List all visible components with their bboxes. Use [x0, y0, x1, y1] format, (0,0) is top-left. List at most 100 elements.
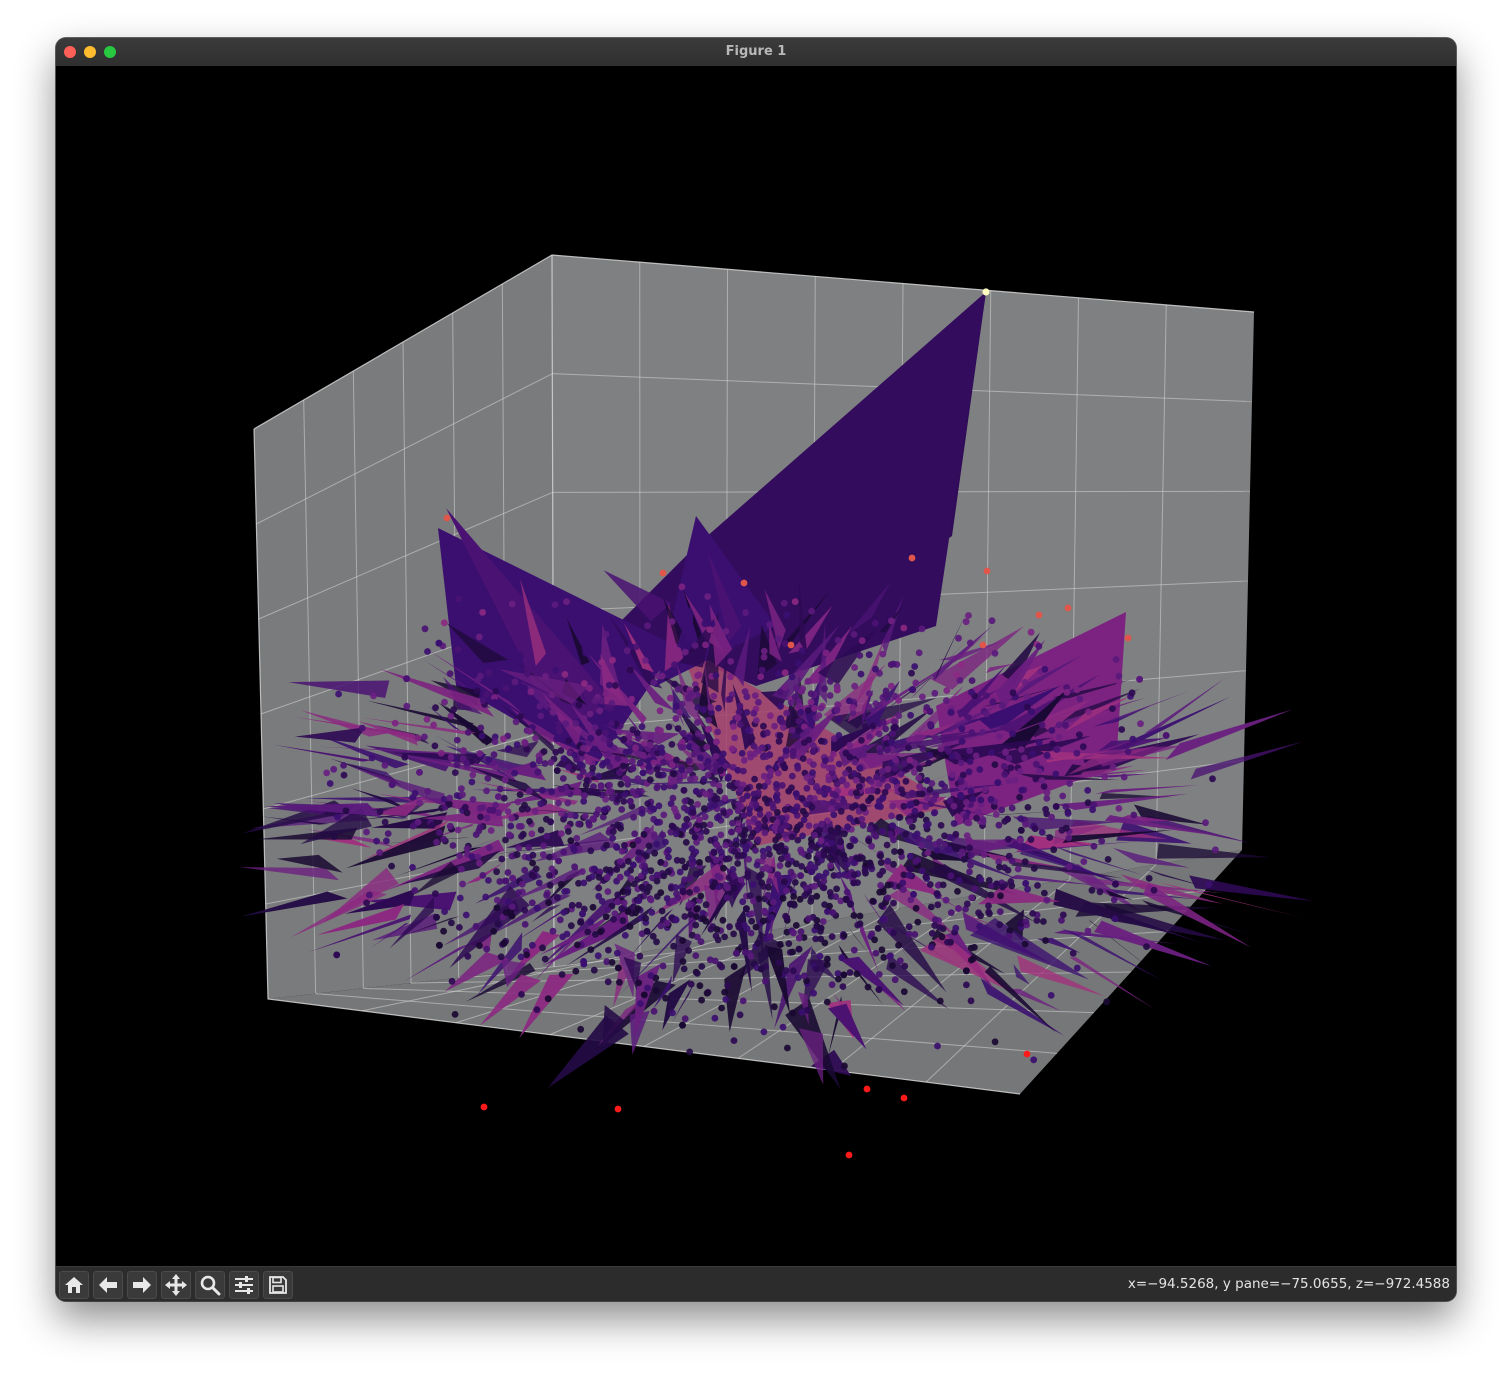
forward-button[interactable] — [127, 1271, 157, 1299]
scatter-point — [760, 852, 767, 860]
home-button[interactable] — [59, 1271, 89, 1299]
scatter-point — [1048, 813, 1055, 821]
scatter-point — [1076, 731, 1083, 739]
scatter-point — [787, 641, 795, 649]
scatter-point — [1030, 865, 1038, 872]
scatter-point — [914, 918, 922, 926]
scatter-point — [820, 877, 828, 885]
scatter-point — [761, 795, 769, 803]
scatter-point — [500, 939, 508, 947]
scatter-point — [669, 770, 677, 777]
scatter-point — [546, 872, 553, 879]
scatter-point — [685, 757, 693, 764]
scatter-point — [617, 825, 624, 832]
scatter-point — [401, 753, 409, 761]
scatter-point — [975, 909, 982, 917]
scatter-point — [856, 652, 864, 659]
scatter-point — [730, 871, 737, 879]
scatter-point — [1124, 634, 1132, 642]
scatter-point — [545, 899, 552, 906]
3d-scatter-plot[interactable] — [56, 66, 1456, 1266]
scatter-point — [659, 569, 667, 577]
scatter-point — [807, 868, 815, 876]
scatter-point — [841, 856, 849, 863]
scatter-point — [834, 637, 842, 644]
scatter-point — [767, 913, 775, 921]
scatter-point — [1145, 875, 1153, 882]
scatter-point — [507, 822, 515, 830]
scatter-point — [724, 884, 731, 892]
scatter-point — [804, 707, 812, 714]
scatter-point — [983, 710, 990, 718]
scatter-point — [823, 846, 831, 854]
scatter-point — [634, 775, 642, 783]
scatter-point — [565, 764, 572, 771]
scatter-point — [879, 867, 887, 875]
scatter-point — [602, 631, 610, 638]
scatter-point — [685, 734, 693, 741]
scatter-point — [762, 977, 769, 985]
scatter-point — [928, 930, 936, 937]
scatter-point — [890, 860, 897, 868]
scatter-point — [918, 842, 926, 849]
scatter-point — [620, 736, 628, 743]
scatter-point — [767, 768, 775, 775]
scatter-point — [1032, 760, 1040, 768]
scatter-point — [589, 873, 596, 881]
scatter-point — [688, 861, 696, 869]
scatter-point — [839, 983, 847, 990]
scatter-point — [807, 698, 815, 706]
scatter-point — [840, 932, 848, 939]
scatter-point — [933, 847, 941, 854]
scatter-point — [835, 732, 843, 739]
configure-subplots-button[interactable] — [229, 1271, 259, 1299]
scatter-point — [643, 852, 650, 860]
scatter-point — [572, 967, 580, 975]
scatter-point — [702, 790, 710, 798]
scatter-point — [680, 729, 687, 737]
scatter-point — [852, 777, 860, 784]
title-bar[interactable]: Figure 1 — [56, 38, 1456, 67]
scatter-point — [979, 641, 987, 649]
scatter-point — [790, 893, 798, 900]
scatter-point — [472, 922, 480, 930]
scatter-point — [541, 955, 549, 963]
scatter-point — [489, 807, 497, 814]
scatter-point — [776, 940, 784, 948]
scatter-point — [993, 880, 1000, 888]
scatter-point — [458, 785, 465, 792]
scatter-point — [1030, 1056, 1038, 1064]
scatter-point — [971, 885, 979, 893]
scatter-point — [485, 877, 492, 884]
scatter-point — [572, 720, 580, 727]
back-button[interactable] — [93, 1271, 123, 1299]
scatter-point — [967, 861, 974, 869]
scatter-point — [837, 838, 844, 846]
scatter-point — [777, 702, 784, 710]
plot-canvas[interactable] — [56, 66, 1456, 1266]
scatter-point — [884, 894, 892, 902]
scatter-point — [432, 704, 439, 712]
scatter-point — [464, 952, 472, 960]
scatter-point — [878, 768, 886, 775]
zoom-button[interactable] — [195, 1271, 225, 1299]
scatter-point — [529, 859, 536, 867]
scatter-point — [575, 701, 583, 709]
scatter-point — [478, 732, 486, 740]
scatter-point — [626, 748, 633, 755]
scatter-point — [621, 791, 629, 798]
save-button[interactable] — [263, 1271, 293, 1299]
scatter-point — [525, 844, 533, 851]
scatter-point — [876, 701, 884, 709]
scatter-point — [938, 780, 946, 788]
scatter-point — [687, 798, 695, 806]
scatter-point — [955, 905, 962, 912]
scatter-point — [1024, 804, 1032, 811]
scatter-point — [424, 787, 432, 795]
scatter-point — [665, 723, 673, 731]
scatter-point — [682, 839, 690, 846]
scatter-point — [602, 729, 609, 737]
scatter-point — [764, 891, 772, 899]
scatter-point — [460, 747, 467, 755]
pan-button[interactable] — [161, 1271, 191, 1299]
